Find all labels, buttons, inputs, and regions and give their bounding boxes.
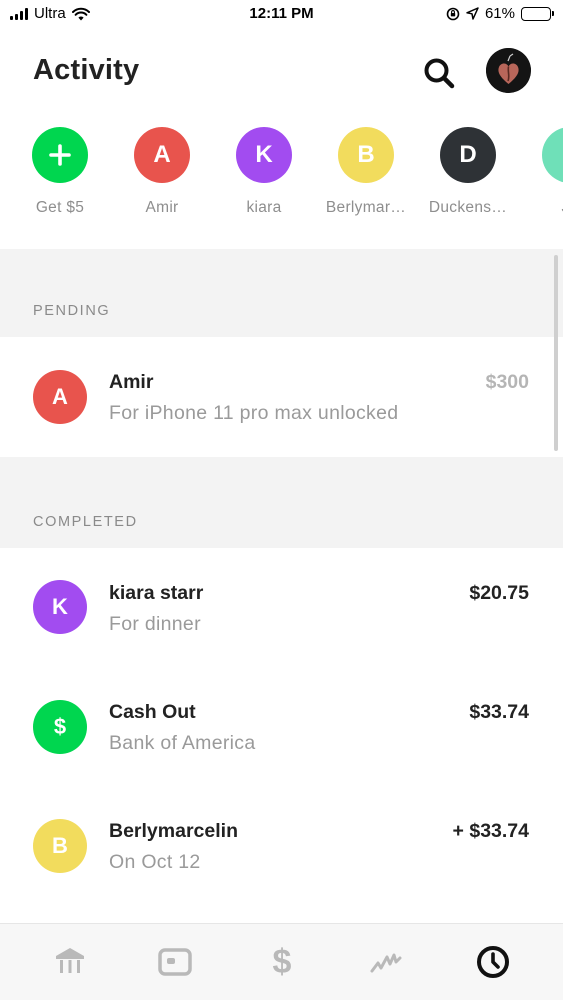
contact-berlymarcelin[interactable]: B Berlymar… bbox=[316, 127, 416, 217]
contact-label: Ja bbox=[520, 199, 563, 217]
scrollbar[interactable] bbox=[554, 255, 558, 451]
search-icon[interactable] bbox=[420, 54, 458, 92]
activity-clock-icon[interactable] bbox=[473, 942, 513, 982]
profile-avatar[interactable] bbox=[486, 48, 531, 93]
contact-avatar bbox=[542, 127, 563, 183]
transaction-avatar: K bbox=[33, 580, 87, 634]
transaction-row[interactable]: B Berlymarcelin On Oct 12 + $33.74 bbox=[0, 784, 563, 902]
contact-ja[interactable]: Ja bbox=[520, 127, 563, 217]
battery-icon bbox=[521, 6, 554, 21]
transaction-amount: $33.74 bbox=[469, 701, 529, 723]
contact-label: Get $5 bbox=[35, 199, 85, 216]
contact-get-5[interactable]: Get $5 bbox=[10, 127, 110, 217]
contact-amir[interactable]: A Amir bbox=[112, 127, 212, 217]
completed-section-header: COMPLETED bbox=[0, 457, 563, 548]
status-bar: Ultra 12:11 PM 61% bbox=[0, 0, 563, 30]
contact-avatar: D bbox=[440, 127, 496, 183]
investing-icon[interactable] bbox=[366, 942, 406, 982]
contact-label: Amir bbox=[145, 199, 179, 216]
transaction-name: kiara starr bbox=[109, 582, 204, 604]
transaction-amount: $20.75 bbox=[469, 582, 529, 604]
contact-avatar bbox=[32, 127, 88, 183]
card-icon[interactable] bbox=[155, 942, 195, 982]
location-arrow-icon bbox=[466, 7, 479, 20]
transaction-amount: $300 bbox=[485, 371, 529, 393]
header: Activity bbox=[0, 48, 563, 98]
recent-contacts: Get $5 A Amir K kiara B Berlymar… D Duck… bbox=[0, 127, 563, 227]
plus-icon bbox=[49, 144, 71, 166]
transaction-amount: + $33.74 bbox=[452, 820, 529, 842]
pending-section-header: PENDING bbox=[0, 249, 563, 337]
contact-label: kiara bbox=[246, 199, 282, 216]
orientation-lock-icon bbox=[446, 7, 460, 20]
dollar-icon[interactable]: $ bbox=[262, 942, 302, 982]
transaction-avatar: $ bbox=[33, 700, 87, 754]
contact-avatar: B bbox=[338, 127, 394, 183]
pending-label: PENDING bbox=[33, 303, 111, 319]
transaction-name: Cash Out bbox=[109, 701, 196, 723]
contact-label: Duckens… bbox=[428, 199, 508, 216]
transaction-note: On Oct 12 bbox=[109, 851, 201, 873]
bank-icon[interactable] bbox=[50, 942, 90, 982]
completed-label: COMPLETED bbox=[33, 514, 138, 530]
page-title: Activity bbox=[33, 54, 140, 86]
transaction-row[interactable]: A Amir For iPhone 11 pro max unlocked $3… bbox=[0, 337, 563, 457]
tab-bar: $ bbox=[0, 923, 563, 1000]
transaction-note: Bank of America bbox=[109, 732, 256, 754]
transaction-note: For iPhone 11 pro max unlocked bbox=[109, 402, 399, 424]
transaction-name: Berlymarcelin bbox=[109, 820, 238, 842]
status-right: 61% bbox=[446, 5, 554, 22]
transaction-name: Amir bbox=[109, 371, 154, 393]
contact-kiara[interactable]: K kiara bbox=[214, 127, 314, 217]
contact-duckens[interactable]: D Duckens… bbox=[418, 127, 518, 217]
battery-percent: 61% bbox=[484, 5, 515, 22]
transaction-avatar: A bbox=[33, 370, 87, 424]
transaction-row[interactable]: K kiara starr For dinner $20.75 bbox=[0, 548, 563, 666]
contact-label: Berlymar… bbox=[325, 199, 407, 216]
transaction-avatar: B bbox=[33, 819, 87, 873]
transaction-row[interactable]: $ Cash Out Bank of America $33.74 bbox=[0, 666, 563, 784]
contact-avatar: K bbox=[236, 127, 292, 183]
contact-avatar: A bbox=[134, 127, 190, 183]
transaction-note: For dinner bbox=[109, 613, 201, 635]
